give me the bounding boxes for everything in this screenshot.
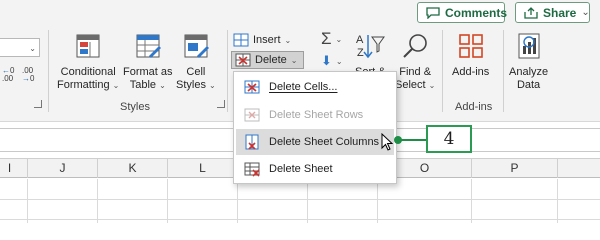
insert-label: Insert bbox=[253, 34, 281, 46]
share-chevron-icon[interactable]: ⌄ bbox=[581, 7, 589, 18]
menu-item-delete-cells[interactable]: Delete Cells... bbox=[236, 74, 394, 100]
svg-text:A: A bbox=[356, 34, 364, 46]
column-header[interactable] bbox=[558, 159, 600, 178]
gridline bbox=[0, 199, 600, 200]
format-as-table-label: Format as Table ⌄ bbox=[123, 66, 173, 91]
delete-rows-icon bbox=[244, 108, 260, 122]
comments-button[interactable]: Comments bbox=[417, 2, 508, 23]
gridline bbox=[471, 179, 472, 223]
gridline bbox=[27, 179, 28, 223]
share-button[interactable]: Share ⌄ bbox=[515, 2, 590, 23]
group-separator bbox=[48, 30, 49, 112]
column-header[interactable]: J bbox=[28, 159, 98, 178]
group-separator bbox=[503, 30, 504, 112]
callout-connector bbox=[398, 139, 428, 141]
cell-styles-button[interactable]: Cell Styles ⌄ bbox=[176, 30, 216, 92]
menu-item-label: Delete Sheet Columns bbox=[269, 136, 380, 148]
delete-columns-icon bbox=[245, 134, 259, 150]
styles-group-label: Styles bbox=[120, 101, 150, 113]
decrease-decimal-button[interactable]: .00 →0 bbox=[22, 67, 34, 83]
menu-item-delete-sheet-rows[interactable]: Delete Sheet Rows bbox=[236, 102, 394, 128]
addins-group-label: Add-ins bbox=[455, 101, 493, 113]
chevron-down-icon: ⌄ bbox=[335, 56, 343, 66]
addins-button-label: Add-ins bbox=[452, 66, 490, 78]
column-header[interactable]: P bbox=[472, 159, 558, 178]
comments-label: Comments bbox=[445, 5, 508, 20]
gridline bbox=[237, 179, 238, 223]
magnifier-icon bbox=[400, 30, 430, 62]
menu-item-delete-sheet-columns[interactable]: Delete Sheet Columns bbox=[236, 129, 394, 155]
gridline bbox=[97, 179, 98, 223]
column-header[interactable]: L bbox=[168, 159, 238, 178]
addins-button[interactable]: Add-ins bbox=[452, 30, 489, 79]
find-select-button[interactable]: Find & Select ⌄ bbox=[395, 30, 435, 92]
column-header[interactable]: I bbox=[0, 159, 28, 178]
column-header[interactable]: K bbox=[98, 159, 168, 178]
cell-styles-icon bbox=[181, 30, 211, 62]
sigma-icon: Σ bbox=[321, 29, 332, 48]
conditional-formatting-button[interactable]: Conditional Formatting ⌄ bbox=[57, 30, 119, 92]
analyze-data-label: Analyze Data bbox=[509, 66, 549, 91]
menu-item-delete-sheet[interactable]: Delete Sheet bbox=[236, 156, 394, 182]
share-label: Share bbox=[543, 5, 577, 20]
menu-item-label: Delete Sheet Rows bbox=[269, 109, 364, 121]
fill-down-icon: ⬇ bbox=[321, 53, 332, 68]
chevron-down-icon: ⌄ bbox=[284, 35, 292, 45]
group-separator bbox=[442, 30, 443, 112]
share-icon bbox=[524, 6, 538, 19]
delete-label: Delete bbox=[255, 54, 287, 66]
delete-cells-icon bbox=[235, 53, 251, 67]
menu-item-label: Delete Cells... bbox=[269, 81, 338, 93]
gridline bbox=[167, 179, 168, 223]
autosum-button[interactable]: Σ ⌄ bbox=[321, 29, 343, 48]
menu-item-label: Delete Sheet bbox=[269, 163, 333, 175]
delete-button[interactable]: Delete ⌄ bbox=[231, 51, 304, 69]
step-callout: 4 bbox=[426, 125, 472, 153]
delete-sheet-icon bbox=[244, 162, 260, 177]
analyze-data-icon bbox=[514, 30, 544, 62]
insert-button[interactable]: Insert ⌄ bbox=[233, 31, 291, 49]
format-as-table-button[interactable]: Format as Table ⌄ bbox=[123, 30, 173, 92]
cell-grid[interactable] bbox=[0, 179, 600, 223]
mouse-pointer-icon bbox=[381, 133, 393, 151]
analyze-data-button[interactable]: Analyze Data bbox=[509, 30, 548, 92]
step-number: 4 bbox=[443, 129, 455, 149]
increase-decimal-label: .00 bbox=[2, 74, 14, 83]
gridline bbox=[307, 179, 308, 223]
increase-decimal-button[interactable]: ←0 .00 bbox=[2, 67, 14, 83]
chevron-down-icon: ⌄ bbox=[29, 44, 36, 53]
delete-dropdown-menu: Delete Cells... Delete Sheet Rows Delete… bbox=[233, 71, 397, 184]
cell-styles-label: Cell Styles ⌄ bbox=[176, 66, 216, 91]
group-separator bbox=[227, 30, 228, 112]
insert-cells-icon bbox=[233, 33, 249, 47]
number-group-launcher[interactable] bbox=[34, 100, 42, 108]
chevron-down-icon: ⌄ bbox=[290, 55, 298, 65]
gridline bbox=[557, 179, 558, 223]
conditional-formatting-label: Conditional Formatting ⌄ bbox=[57, 66, 120, 91]
styles-group-launcher[interactable] bbox=[217, 100, 225, 108]
format-as-table-icon bbox=[133, 30, 163, 62]
comment-icon bbox=[426, 6, 440, 19]
sort-filter-icon: A Z bbox=[355, 30, 386, 62]
number-format-select[interactable]: ⌄ bbox=[0, 38, 40, 57]
conditional-formatting-icon bbox=[73, 30, 103, 62]
chevron-down-icon: ⌄ bbox=[335, 34, 343, 44]
find-select-label: Find & Select ⌄ bbox=[395, 66, 436, 91]
svg-text:Z: Z bbox=[357, 47, 364, 59]
addins-icon bbox=[456, 30, 486, 62]
callout-dot bbox=[394, 136, 402, 144]
gridline bbox=[0, 219, 600, 220]
fill-button[interactable]: ⬇ ⌄ bbox=[321, 52, 343, 70]
delete-cells-icon bbox=[244, 80, 260, 94]
gridline bbox=[377, 179, 378, 223]
